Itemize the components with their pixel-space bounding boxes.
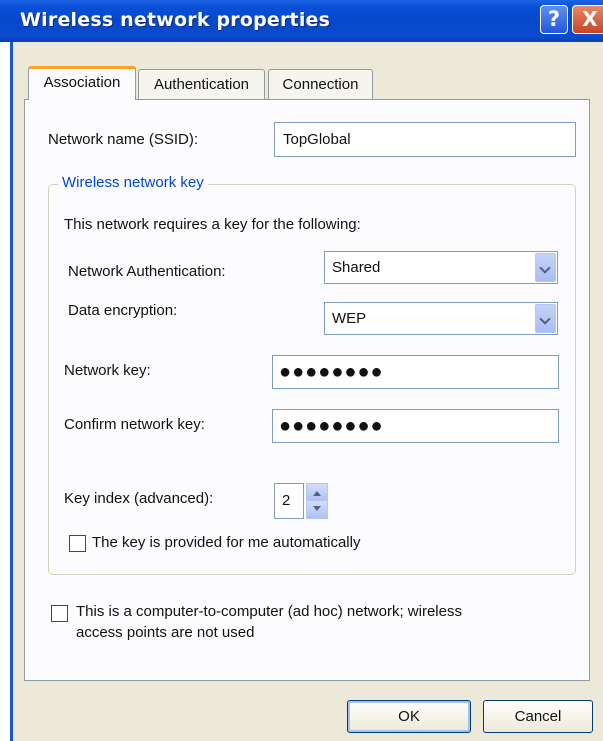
adhoc-checkbox[interactable] xyxy=(51,605,68,622)
key-index-input[interactable]: 2 xyxy=(274,483,304,519)
ssid-label: Network name (SSID): xyxy=(48,131,199,148)
adhoc-label-line1: This is a computer-to-computer (ad hoc) … xyxy=(76,603,462,620)
window-title: Wireless network properties xyxy=(20,9,331,31)
window-left-edge xyxy=(0,42,10,741)
tab-authentication[interactable]: Authentication xyxy=(138,69,265,99)
network-key-label: Network key: xyxy=(64,362,151,379)
data-encryption-value: WEP xyxy=(332,310,367,327)
tab-connection[interactable]: Connection xyxy=(268,69,373,99)
auto-key-label: The key is provided for me automatically xyxy=(92,534,361,551)
confirm-network-key-input[interactable]: ●●●●●●●● xyxy=(272,409,559,443)
adhoc-label-line2: access points are not used xyxy=(76,624,255,641)
data-encryption-select[interactable]: WEP xyxy=(324,302,558,335)
chevron-down-icon[interactable] xyxy=(535,253,556,282)
key-index-label: Key index (advanced): xyxy=(64,490,214,507)
help-icon[interactable]: ? xyxy=(540,5,568,34)
key-required-text: This network requires a key for the foll… xyxy=(64,216,361,233)
ok-button[interactable]: OK xyxy=(347,700,471,733)
title-bar[interactable]: Wireless network properties ? X xyxy=(0,0,603,42)
close-icon[interactable]: X xyxy=(572,5,603,34)
confirm-network-key-label: Confirm network key: xyxy=(64,416,205,433)
auto-key-checkbox[interactable] xyxy=(69,535,86,552)
cancel-button[interactable]: Cancel xyxy=(483,700,593,733)
network-authentication-label: Network Authentication: xyxy=(68,263,226,280)
ssid-input[interactable]: TopGlobal xyxy=(274,122,576,157)
spin-down-icon[interactable] xyxy=(307,501,327,518)
network-authentication-select[interactable]: Shared xyxy=(324,251,558,284)
spin-up-icon[interactable] xyxy=(307,484,327,501)
chevron-down-icon[interactable] xyxy=(535,304,556,333)
network-key-input[interactable]: ●●●●●●●● xyxy=(272,355,559,389)
key-index-stepper[interactable] xyxy=(306,483,328,519)
wireless-key-group-title: Wireless network key xyxy=(58,174,208,191)
tab-association[interactable]: Association xyxy=(28,66,136,100)
network-authentication-value: Shared xyxy=(332,259,381,276)
data-encryption-label: Data encryption: xyxy=(68,302,178,319)
